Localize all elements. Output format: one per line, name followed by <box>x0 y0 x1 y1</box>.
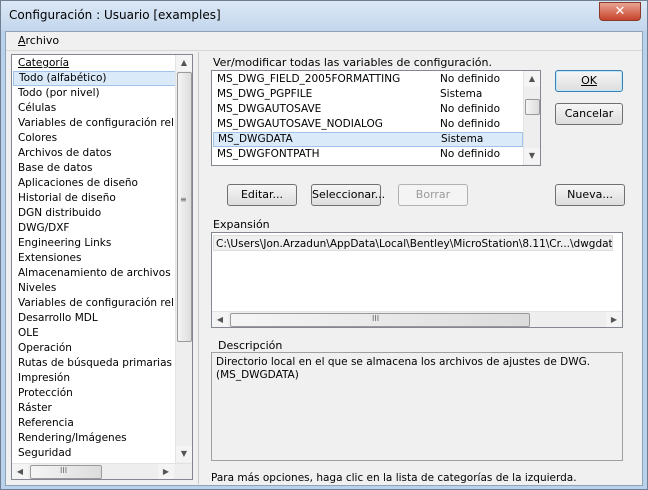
grip-icon: ≡ <box>180 195 187 204</box>
menu-archivo[interactable]: Archivo <box>18 34 59 47</box>
category-item[interactable]: Niveles <box>13 281 177 296</box>
category-item[interactable]: OLE <box>13 326 177 341</box>
variable-row[interactable]: MS_DWG_PGPFILE Sistema <box>213 87 523 102</box>
category-vertical-scrollbar[interactable]: ▲ ≡ ▼ <box>175 55 192 463</box>
edit-button[interactable]: Editar... <box>227 184 297 206</box>
scroll-up-icon[interactable]: ▲ <box>524 71 540 87</box>
description-text: Directorio local en el que se almacena l… <box>216 356 591 381</box>
title-bar[interactable]: Configuración : Usuario [examples] ✕ <box>1 1 647 31</box>
close-button[interactable]: ✕ <box>599 2 641 21</box>
variable-value: Sistema <box>441 133 484 145</box>
category-item[interactable]: Ráster <box>13 401 177 416</box>
scroll-left-icon[interactable]: ◀ <box>12 464 28 479</box>
variable-name: MS_DWGAUTOSAVE <box>217 103 322 115</box>
ok-button-label: OK <box>581 74 597 87</box>
category-item[interactable]: Extensiones <box>13 251 177 266</box>
variable-value: Sistema <box>440 88 483 100</box>
grip-icon: III <box>60 466 68 475</box>
category-item[interactable]: DGN distribuido <box>13 206 177 221</box>
select-button[interactable]: Seleccionar... <box>311 184 385 206</box>
variable-value: No definido <box>440 73 501 85</box>
category-item[interactable]: Base de datos <box>13 161 177 176</box>
category-item[interactable]: Impresión <box>13 371 177 386</box>
scroll-right-icon[interactable]: ▶ <box>158 464 174 479</box>
footer-hint: Para más opciones, haga clic en la lista… <box>211 472 577 484</box>
category-item[interactable]: Referencia <box>13 416 177 431</box>
menu-archivo-label: rchivo <box>25 34 60 47</box>
description-label: Descripción <box>218 339 283 352</box>
category-item[interactable]: Seguridad <box>13 446 177 461</box>
category-item[interactable]: Todo (alfabético) <box>13 71 177 86</box>
grip-icon: III <box>372 314 380 323</box>
category-horizontal-scrollbar[interactable]: ◀ III ▶ <box>12 463 192 479</box>
select-button-label: Seleccionar... <box>312 188 386 201</box>
new-button[interactable]: Nueva... <box>555 184 625 206</box>
scroll-down-icon[interactable]: ▼ <box>176 446 192 462</box>
scroll-right-icon[interactable]: ▶ <box>606 312 622 327</box>
variable-name: MS_DWGAUTOSAVE_NODIALOG <box>217 118 383 130</box>
delete-button[interactable]: Borrar <box>398 184 468 206</box>
expansion-hscroll-thumb[interactable] <box>230 313 530 327</box>
variable-row[interactable]: MS_DWG_FIELD_2005FORMATTING No definido <box>213 72 523 87</box>
variable-row[interactable]: MS_DWGAUTOSAVE No definido <box>213 102 523 117</box>
variable-value: No definido <box>440 118 501 130</box>
category-header: Categoría <box>13 56 177 71</box>
variable-row[interactable]: MS_DWGAUTOSAVE_NODIALOG No definido <box>213 117 523 132</box>
category-item[interactable]: Protección <box>13 386 177 401</box>
category-header-label: Categoría <box>18 57 70 69</box>
category-item[interactable]: Colores <box>13 131 177 146</box>
category-item[interactable]: Todo (por nivel) <box>13 86 177 101</box>
variables-vscroll-thumb[interactable] <box>525 99 540 115</box>
variables-list[interactable]: MS_DWG_FIELD_2005FORMATTING No definido MS… <box>211 70 541 166</box>
menu-bar: Archivo <box>6 32 642 51</box>
category-item[interactable]: Variables de configuración rel... <box>13 116 177 131</box>
category-item[interactable]: Desarrollo MDL <box>13 311 177 326</box>
variable-name: MS_DWG_PGPFILE <box>217 88 313 100</box>
category-item[interactable]: Rutas de búsqueda primarias <box>13 356 177 371</box>
expansion-value[interactable]: C:\Users\Jon.Arzadun\AppData\Local\Bentl… <box>213 235 613 251</box>
category-list[interactable]: Categoría Todo (alfabético) Todo (por niv… <box>11 54 193 480</box>
edit-button-label: Editar... <box>240 188 284 201</box>
expansion-horizontal-scrollbar[interactable]: ◀ III ▶ <box>212 311 622 327</box>
close-icon: ✕ <box>614 4 626 19</box>
scroll-left-icon[interactable]: ◀ <box>212 312 228 327</box>
configuration-dialog: Configuración : Usuario [examples] ✕ Arc… <box>0 0 648 490</box>
variable-name: MS_DWGFONTPATH <box>217 148 320 160</box>
category-item[interactable]: Almacenamiento de archivos <box>13 266 177 281</box>
category-item[interactable]: Operación <box>13 341 177 356</box>
cancel-button-label: Cancelar <box>564 107 614 120</box>
dialog-client: Archivo Categoría Todo (alfabético) Todo … <box>5 31 643 486</box>
delete-button-label: Borrar <box>415 188 451 201</box>
category-vscroll-thumb[interactable] <box>177 72 192 342</box>
description-box: Directorio local en el que se almacena l… <box>211 352 623 461</box>
scroll-down-icon[interactable]: ▼ <box>524 148 540 164</box>
category-item[interactable]: Rendering/Imágenes <box>13 431 177 446</box>
variable-value: No definido <box>440 103 501 115</box>
ok-button[interactable]: OK <box>555 70 623 92</box>
cancel-button[interactable]: Cancelar <box>555 103 623 125</box>
category-item[interactable]: Aplicaciones de diseño <box>13 176 177 191</box>
expansion-label: Expansión <box>213 218 270 231</box>
category-item[interactable]: Células <box>13 101 177 116</box>
expansion-box[interactable]: C:\Users\Jon.Arzadun\AppData\Local\Bentl… <box>211 232 623 328</box>
variable-name: MS_DWG_FIELD_2005FORMATTING <box>217 73 401 85</box>
category-item[interactable]: Engineering Links <box>13 236 177 251</box>
category-item[interactable]: Variables de configuración rel... <box>13 296 177 311</box>
window-title: Configuración : Usuario [examples] <box>9 8 221 22</box>
category-item[interactable]: Historial de diseño <box>13 191 177 206</box>
variable-value: No definido <box>440 148 501 160</box>
variable-row[interactable]: MS_DWGFONTPATH No definido <box>213 147 523 162</box>
variables-vertical-scrollbar[interactable]: ▲ ▼ <box>523 71 540 165</box>
menu-archivo-accel: A <box>18 34 26 47</box>
new-button-label: Nueva... <box>567 188 613 201</box>
variable-name: MS_DWGDATA <box>218 133 293 145</box>
scroll-up-icon[interactable]: ▲ <box>176 55 192 71</box>
variables-heading: Ver/modificar todas las variables de con… <box>213 56 492 69</box>
category-item[interactable]: Archivos de datos <box>13 146 177 161</box>
variable-row[interactable]: MS_DWGDATA Sistema <box>213 132 523 147</box>
category-items: Categoría Todo (alfabético) Todo (por niv… <box>13 56 177 461</box>
panel-divider <box>198 52 199 484</box>
category-item[interactable]: DWG/DXF <box>13 221 177 236</box>
